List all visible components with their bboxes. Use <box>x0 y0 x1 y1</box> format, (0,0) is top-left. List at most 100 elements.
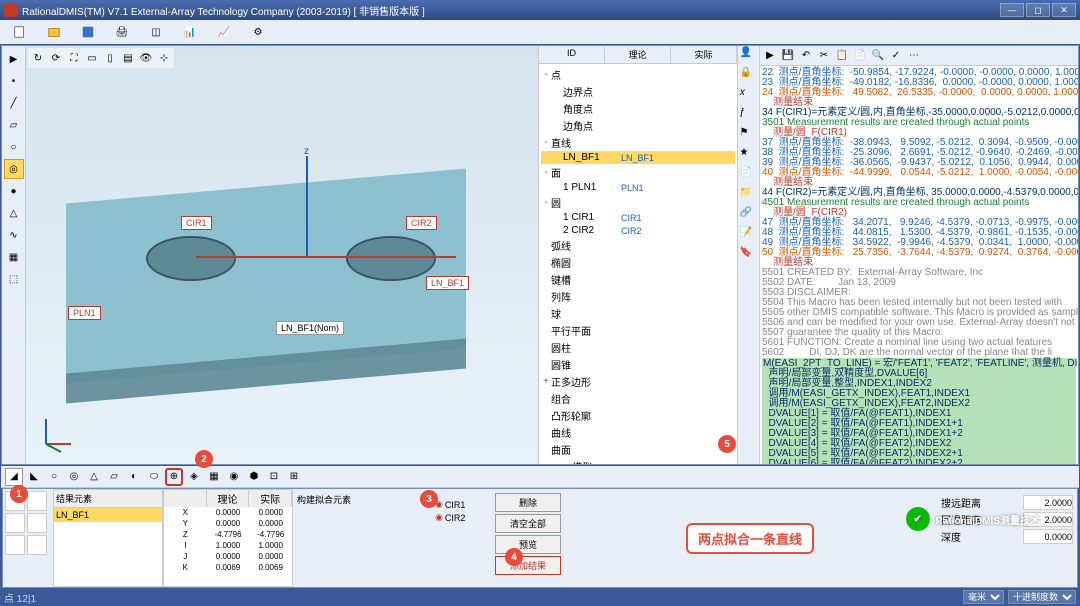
ctb-undo-icon[interactable]: ↶ <box>798 48 814 64</box>
vp-layers-icon[interactable]: ▤ <box>120 50 136 66</box>
btb-construct-icon[interactable]: ⊕ <box>165 468 183 486</box>
vp-refresh-icon[interactable]: ↻ <box>30 50 46 66</box>
btb-feat3-icon[interactable]: ○ <box>45 468 63 486</box>
unit-dropdown[interactable]: 毫米 <box>963 590 1004 604</box>
toolbar-gear-icon[interactable]: ⚙ <box>242 22 274 42</box>
circle-item[interactable]: CIR1 <box>435 499 491 510</box>
bico-4[interactable] <box>27 513 47 533</box>
btb-feat6-icon[interactable]: ▱ <box>105 468 123 486</box>
tree-row[interactable]: -圆 <box>541 194 735 211</box>
btb-feat8-icon[interactable]: ⬭ <box>145 468 163 486</box>
btb-feat15-icon[interactable]: ⊞ <box>285 468 303 486</box>
result-list-item[interactable]: LN_BF1 <box>54 508 162 522</box>
vp-fit-icon[interactable]: ⛶ <box>66 50 82 66</box>
maximize-button[interactable]: ◻ <box>1026 3 1050 17</box>
minimize-button[interactable]: — <box>1000 3 1024 17</box>
tree-row[interactable]: 弧线 <box>541 237 735 254</box>
preview-button[interactable]: 预览 <box>495 535 561 554</box>
tool-point-icon[interactable]: • <box>4 71 24 91</box>
vp-view1-icon[interactable]: ▭ <box>84 50 100 66</box>
vp-axis-icon[interactable]: ⊹ <box>156 50 172 66</box>
label-pln1[interactable]: PLN1 <box>68 306 101 320</box>
btb-feat2-icon[interactable]: ◣ <box>25 468 43 486</box>
tool-mesh-icon[interactable]: ⬚ <box>4 269 24 289</box>
ptb-star-icon[interactable]: ★ <box>740 147 758 165</box>
tree-row[interactable]: 椭圆 <box>541 254 735 271</box>
tree-row[interactable]: 平行平面 <box>541 322 735 339</box>
tool-cylinder-icon[interactable]: ◎ <box>4 159 24 179</box>
ptb-var-icon[interactable]: 𝑥 <box>740 87 758 105</box>
btb-feat7-icon[interactable]: ◐ <box>125 468 143 486</box>
tree-row[interactable]: 圆柱 <box>541 339 735 356</box>
ptb-func-icon[interactable]: ƒ <box>740 107 758 125</box>
toolbar-cube-icon[interactable]: ◫ <box>140 22 172 42</box>
btb-feat11-icon[interactable]: ▦ <box>205 468 223 486</box>
btb-feat4-icon[interactable]: ◎ <box>65 468 83 486</box>
vp-hide-icon[interactable]: 👁 <box>138 50 154 66</box>
tree-row[interactable]: LN_BF1LN_BF1 <box>541 151 735 164</box>
tool-curve-icon[interactable]: ∿ <box>4 225 24 245</box>
toolbar-report-icon[interactable]: 📊 <box>174 22 206 42</box>
3d-viewport[interactable]: ↻ ⟳ ⛶ ▭ ▯ ▤ 👁 ⊹ z CIR1 CIR2 PLN1 LN_BF1 … <box>26 46 538 464</box>
ptb-flag-icon[interactable]: ⚑ <box>740 127 758 145</box>
bico-5[interactable] <box>5 535 25 555</box>
btb-feat12-icon[interactable]: ◉ <box>225 468 243 486</box>
toolbar-open-icon[interactable] <box>38 22 70 42</box>
circle-list[interactable]: CIR1 CIR2 <box>433 489 493 587</box>
tree-row[interactable]: -直线 <box>541 134 735 151</box>
btb-feat5-icon[interactable]: △ <box>85 468 103 486</box>
label-lnbf1[interactable]: LN_BF1 <box>426 276 469 290</box>
tree-row[interactable]: 2 CIR2CIR2 <box>541 224 735 237</box>
tree-row[interactable]: 键槽 <box>541 271 735 288</box>
bico-3[interactable] <box>5 513 25 533</box>
vp-reload-icon[interactable]: ⟳ <box>48 50 64 66</box>
ptb-lock-icon[interactable]: 🔒 <box>740 67 758 85</box>
ctb-check-icon[interactable]: ✓ <box>888 48 904 64</box>
toolbar-print-icon[interactable]: 🖨 <box>106 22 138 42</box>
ctb-find-icon[interactable]: 🔍 <box>870 48 886 64</box>
btb-feat1-icon[interactable]: ◢ <box>5 468 23 486</box>
ptb-user-icon[interactable]: 👤 <box>740 47 758 65</box>
tree-row[interactable]: 角度点 <box>541 100 735 117</box>
clear-button[interactable]: 清空全部 <box>495 514 561 533</box>
tool-grid-icon[interactable]: ▦ <box>4 247 24 267</box>
param-input[interactable] <box>1023 529 1073 544</box>
toolbar-save-icon[interactable] <box>72 22 104 42</box>
ctb-save-icon[interactable]: 💾 <box>780 48 796 64</box>
tree-row[interactable]: 1 PLN1PLN1 <box>541 181 735 194</box>
tree-row[interactable]: -面 <box>541 164 735 181</box>
ptb-bookmark-icon[interactable]: 🔖 <box>740 247 758 265</box>
btb-feat13-icon[interactable]: ⬢ <box>245 468 263 486</box>
code-editor[interactable]: 22 测点/直角坐标: -50.9854, -17.9224, -0.0000,… <box>760 66 1078 464</box>
ptb-note-icon[interactable]: 📝 <box>740 227 758 245</box>
result-list[interactable]: 结果元素 LN_BF1 <box>53 489 163 587</box>
tree-row[interactable]: 曲面 <box>541 441 735 458</box>
close-button[interactable]: ✕ <box>1052 3 1076 17</box>
circle-item[interactable]: CIR2 <box>435 512 491 523</box>
tool-circle-icon[interactable]: ○ <box>4 137 24 157</box>
delete-button[interactable]: 删除 <box>495 493 561 512</box>
toolbar-new-icon[interactable] <box>4 22 36 42</box>
tree-row[interactable]: 圆锥 <box>541 356 735 373</box>
ptb-doc-icon[interactable]: 📄 <box>740 167 758 185</box>
toolbar-chart-icon[interactable]: 📈 <box>208 22 240 42</box>
tree-row[interactable]: 组合 <box>541 390 735 407</box>
ptb-folder-icon[interactable]: 📁 <box>740 187 758 205</box>
tool-plane-icon[interactable]: ▱ <box>4 115 24 135</box>
tool-select-icon[interactable]: ▶ <box>4 49 24 69</box>
tree-row[interactable]: 1 CIR1CIR1 <box>541 211 735 224</box>
tree-row[interactable]: 凸形轮廓 <box>541 407 735 424</box>
vp-view2-icon[interactable]: ▯ <box>102 50 118 66</box>
btb-feat14-icon[interactable]: ⊡ <box>265 468 283 486</box>
tree-row[interactable]: 曲线 <box>541 424 735 441</box>
bico-6[interactable] <box>27 535 47 555</box>
feature-tree[interactable]: -点边界点角度点边角点-直线LN_BF1LN_BF1-面1 PLN1PLN1-圆… <box>539 64 737 464</box>
tool-cone-icon[interactable]: △ <box>4 203 24 223</box>
angle-dropdown[interactable]: 十进制度数 <box>1008 590 1076 604</box>
tree-row[interactable]: 球 <box>541 305 735 322</box>
ptb-link-icon[interactable]: 🔗 <box>740 207 758 225</box>
tree-row[interactable]: -点 <box>541 66 735 83</box>
tree-row[interactable]: 列阵 <box>541 288 735 305</box>
label-cir2[interactable]: CIR2 <box>406 216 437 230</box>
ctb-copy-icon[interactable]: 📋 <box>834 48 850 64</box>
